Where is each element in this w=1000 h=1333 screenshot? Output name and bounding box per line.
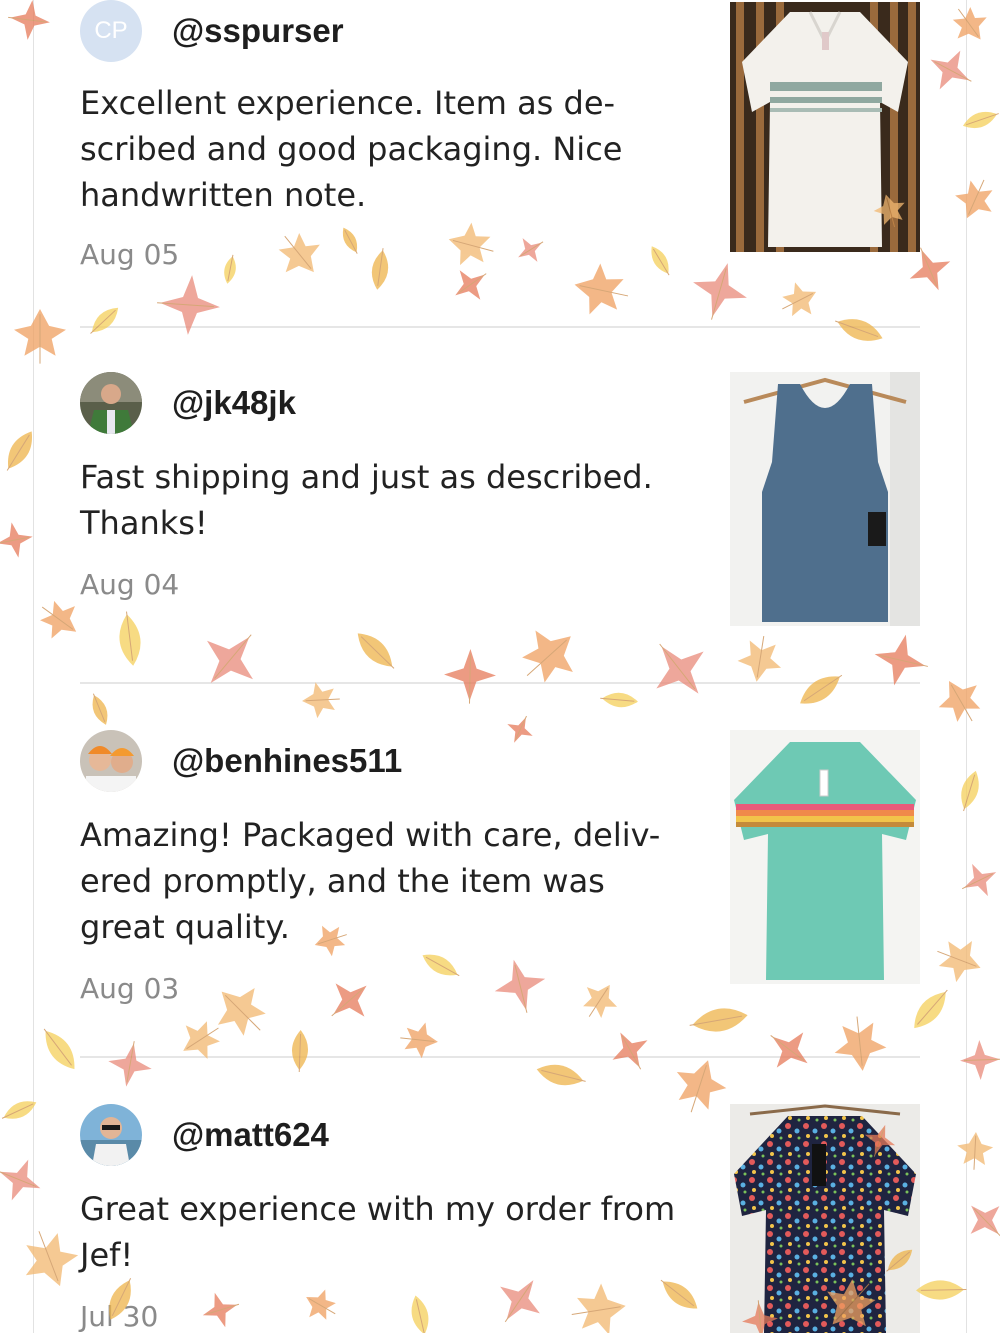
leaf-icon [207, 634, 253, 683]
leaf-icon [357, 633, 395, 669]
man-green-vest-avatar[interactable] [80, 372, 142, 434]
blue-tank-top-photo[interactable] [730, 372, 920, 626]
review-date: Aug 04 [80, 568, 180, 601]
leaf-icon [448, 222, 494, 266]
leaf-icon [331, 983, 367, 1017]
right-frame-line [966, 0, 967, 1333]
leaf-icon [770, 1032, 808, 1068]
leaf-icon [961, 770, 979, 812]
leaf-icon [536, 1064, 586, 1086]
leaf-icon [522, 630, 573, 683]
leaf-icon [306, 1289, 336, 1320]
leaf-icon [302, 682, 340, 719]
leaf-icon [693, 263, 747, 320]
username[interactable]: @jk48jk [172, 384, 296, 422]
leaf-icon [937, 941, 981, 983]
leaf-icon [292, 1030, 308, 1073]
leaf-icon [834, 1016, 887, 1071]
floral-print-shirt-photo[interactable] [730, 1104, 920, 1333]
leaf-icon [916, 1280, 967, 1300]
leaf-icon [600, 692, 638, 708]
leaf-icon [518, 238, 544, 262]
leaf-icon [961, 863, 997, 897]
teal-striped-tee-photo[interactable] [730, 730, 920, 984]
username[interactable]: @sspurser [172, 12, 344, 50]
leaf-icon [455, 270, 487, 300]
leaf-icon [342, 227, 358, 254]
leaf-icon [371, 248, 389, 290]
divider [80, 682, 920, 684]
leaf-icon [217, 987, 266, 1036]
leaf-icon [952, 7, 987, 40]
leaf-icon [800, 674, 843, 704]
leaf-icon [689, 1008, 748, 1032]
leaf-icon [494, 959, 546, 1013]
leaf-icon [914, 989, 948, 1029]
leaf-icon [400, 1022, 438, 1059]
leaf-icon [25, 1231, 79, 1287]
leaf-icon [583, 984, 618, 1018]
leaf-icon [8, 0, 50, 40]
leaf-icon [574, 263, 629, 315]
divider [80, 1056, 920, 1058]
leaf-icon [411, 1295, 429, 1333]
username[interactable]: @matt624 [172, 1116, 329, 1154]
leaf-icon [0, 522, 33, 558]
leaf-icon [224, 254, 236, 284]
review-text: Excellent experience. Item as de- scribe… [80, 84, 623, 214]
leaf-icon [957, 1132, 994, 1170]
leaf-icon [444, 649, 496, 704]
leaf-icon [108, 1041, 152, 1087]
leaf-icon [930, 50, 972, 90]
leaf-icon [0, 1159, 41, 1201]
review-text: Great experience with my order from Jef! [80, 1190, 676, 1274]
leaf-icon [676, 1060, 727, 1113]
initials-avatar[interactable]: CP [80, 0, 142, 62]
leaf-icon [507, 715, 533, 743]
review-date: Aug 05 [80, 238, 180, 271]
review-text: Fast shipping and just as described. Tha… [80, 458, 653, 542]
leaf-icon [92, 693, 108, 725]
leaf-icon [656, 643, 704, 694]
white-striped-polo-photo[interactable] [730, 2, 920, 252]
leaf-icon [737, 636, 782, 682]
leaf-icon [571, 1283, 626, 1333]
leaf-icon [422, 954, 460, 977]
man-sunglasses-avatar[interactable] [80, 1104, 142, 1166]
leaf-icon [202, 1292, 240, 1328]
leaf-icon [43, 1028, 75, 1070]
leaf-icon [970, 1205, 1000, 1237]
review-text: Amazing! Packaged with care, deliv- ered… [80, 816, 661, 946]
avatar-initials: CP [94, 17, 128, 44]
username[interactable]: @benhines511 [172, 742, 402, 780]
divider [80, 326, 920, 328]
leaf-icon [278, 233, 320, 273]
leaf-icon [660, 1279, 698, 1309]
review-date: Aug 03 [80, 972, 180, 1005]
leaf-icon [14, 309, 66, 364]
men-orange-caps-avatar[interactable] [80, 730, 142, 792]
leaf-icon [651, 246, 670, 276]
leaf-icon [938, 680, 981, 722]
leaf-icon [955, 179, 993, 219]
leaf-icon [90, 307, 119, 334]
leaf-icon [183, 1021, 220, 1059]
leaf-icon [612, 1032, 648, 1070]
leaf-icon [119, 611, 141, 666]
review-date: Jul 30 [80, 1300, 159, 1333]
leaf-icon [782, 282, 817, 317]
leaf-icon [835, 319, 883, 341]
left-frame-line [33, 0, 34, 1333]
